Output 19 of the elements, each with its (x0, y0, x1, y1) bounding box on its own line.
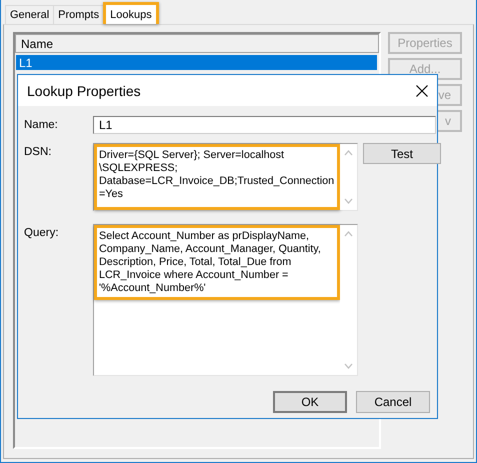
list-row[interactable]: L1 (16, 55, 377, 70)
close-icon[interactable] (416, 84, 428, 96)
dialog-title: Lookup Properties (27, 82, 141, 98)
scroll-down-icon[interactable] (344, 363, 353, 369)
field-label: DSN: (24, 145, 52, 158)
scroll-down-icon[interactable] (344, 198, 353, 204)
ok-button[interactable]: OK (273, 391, 347, 413)
scroll-up-icon[interactable] (344, 231, 353, 237)
cancel-button[interactable]: Cancel (356, 391, 430, 413)
column-header[interactable]: Name (15, 34, 379, 53)
field-label: Name: (24, 118, 59, 131)
tab[interactable]: General (5, 5, 54, 24)
scroll-up-icon[interactable] (344, 150, 353, 156)
query-text: Select Account_Number as prDisplayName, Company_Name, Account_Manager, Quantity, Description, Price, Total, Total_Due from LCR_Invoice where Account_Number = '%Account_Number%' (94, 225, 340, 300)
tab[interactable]: Lookups (103, 2, 159, 24)
test-button[interactable]: Test (363, 143, 441, 164)
query-field[interactable]: Select Account_Number as prDisplayName, Company_Name, Account_Manager, Quantity, Description, Price, Total, Total_Due from LCR_Invoice where Account_Number = '%Account_Number%' (93, 224, 358, 376)
name-field[interactable]: L1 (93, 116, 436, 134)
field-label: Query: (24, 226, 60, 239)
